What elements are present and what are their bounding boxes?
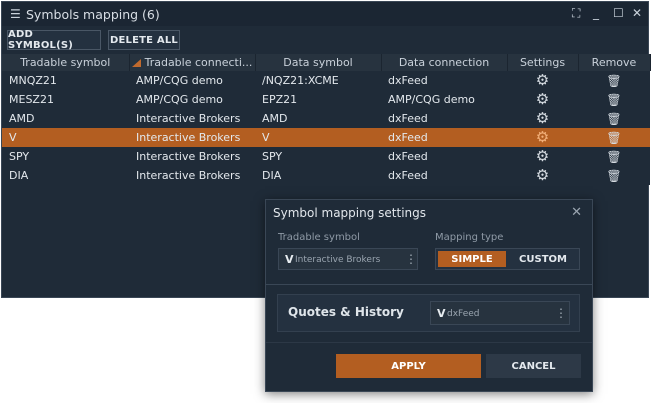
remove-cell: 🗑 xyxy=(578,90,650,109)
tradable-symbol-field[interactable]: V Interactive Brokers ⋮ xyxy=(278,248,418,270)
cell-data-symbol: /NQZ21:XCME xyxy=(262,74,339,87)
settings-cell: ⚙ xyxy=(507,147,578,166)
cell-data-connection: dxFeed xyxy=(388,74,428,87)
trash-icon[interactable]: 🗑 xyxy=(606,93,621,107)
dialog-title: Symbol mapping settings xyxy=(273,206,427,220)
tradable-symbol-value: V xyxy=(285,253,294,266)
symbol-mapping-settings-dialog: Symbol mapping settings ✕ Tradable symbo… xyxy=(265,199,593,392)
cell-tradable-connection: AMP/CQG demo xyxy=(136,74,223,87)
table-row[interactable]: DIA Interactive Brokers DIA dxFeed ⚙ 🗑 xyxy=(2,166,650,185)
table-row-selected[interactable]: V Interactive Brokers V dxFeed ⚙ 🗑 xyxy=(2,128,650,147)
cell-tradable-symbol: MESZ21 xyxy=(9,93,54,106)
cell-tradable-symbol: V xyxy=(9,131,17,144)
toolbar: ADD SYMBOL(S) DELETE ALL xyxy=(2,26,648,54)
remove-cell: 🗑 xyxy=(578,147,650,166)
trash-icon[interactable]: 🗑 xyxy=(606,169,621,183)
gear-icon[interactable]: ⚙ xyxy=(536,128,549,146)
minimize-icon[interactable]: _ xyxy=(593,6,599,20)
gear-icon[interactable]: ⚙ xyxy=(536,71,549,89)
tradable-connection-value: Interactive Brokers xyxy=(295,255,381,265)
remove-cell: 🗑 xyxy=(578,128,650,147)
cell-data-symbol: EPZ21 xyxy=(262,93,298,106)
settings-cell: ⚙ xyxy=(507,71,578,90)
apply-button[interactable]: APPLY xyxy=(336,354,481,378)
data-connection-value: dxFeed xyxy=(447,309,480,319)
col-header-data-connection[interactable]: Data connection xyxy=(381,54,508,71)
trash-icon[interactable]: 🗑 xyxy=(606,150,621,164)
mapping-type-label: Mapping type xyxy=(435,232,504,243)
dialog-close-icon[interactable]: ✕ xyxy=(571,205,582,220)
tradable-symbol-label: Tradable symbol xyxy=(278,232,360,243)
maximize-icon[interactable]: ☐ xyxy=(613,6,624,20)
add-symbols-button[interactable]: ADD SYMBOL(S) xyxy=(7,29,101,51)
settings-cell: ⚙ xyxy=(507,90,578,109)
remove-cell: 🗑 xyxy=(578,71,650,90)
trash-icon[interactable]: 🗑 xyxy=(606,112,621,126)
fullscreen-icon[interactable]: ⛶ xyxy=(572,6,580,21)
gear-icon[interactable]: ⚙ xyxy=(536,109,549,127)
cell-tradable-connection: AMP/CQG demo xyxy=(136,93,223,106)
cell-tradable-symbol: DIA xyxy=(9,169,29,182)
trash-icon[interactable]: 🗑 xyxy=(606,74,621,88)
cell-tradable-symbol: AMD xyxy=(9,112,35,125)
table-row[interactable]: SPY Interactive Brokers SPY dxFeed ⚙ 🗑 xyxy=(2,147,650,166)
table-row[interactable]: AMD Interactive Brokers AMD dxFeed ⚙ 🗑 xyxy=(2,109,650,128)
settings-cell: ⚙ xyxy=(507,166,578,185)
symbols-table: Tradable symbol Tradable connecti... Dat… xyxy=(2,54,651,185)
hamburger-icon[interactable]: ☰ xyxy=(10,7,21,21)
cell-data-connection: dxFeed xyxy=(388,131,428,144)
col-header-data-symbol[interactable]: Data symbol xyxy=(255,54,382,71)
cell-tradable-connection: Interactive Brokers xyxy=(136,169,241,182)
cell-data-connection: dxFeed xyxy=(388,112,428,125)
gear-icon[interactable]: ⚙ xyxy=(536,166,549,184)
cell-data-connection: dxFeed xyxy=(388,169,428,182)
col-header-tradable-connection[interactable]: Tradable connecti... xyxy=(129,54,256,71)
more-options-icon[interactable]: ⋮ xyxy=(405,252,417,266)
sort-indicator-icon xyxy=(131,59,141,67)
table-row[interactable]: MESZ21 AMP/CQG demo EPZ21 AMP/CQG demo ⚙… xyxy=(2,90,650,109)
cell-tradable-connection: Interactive Brokers xyxy=(136,112,241,125)
simple-option[interactable]: SIMPLE xyxy=(438,251,506,267)
delete-all-button[interactable]: DELETE ALL xyxy=(108,30,180,50)
col-header-tradable-connection-label: Tradable connecti... xyxy=(144,56,253,69)
cell-tradable-connection: Interactive Brokers xyxy=(136,150,241,163)
settings-cell: ⚙ xyxy=(507,128,578,147)
cell-data-symbol: AMD xyxy=(262,112,288,125)
cell-data-symbol: V xyxy=(262,131,270,144)
cell-data-symbol: DIA xyxy=(262,169,282,182)
gear-icon[interactable]: ⚙ xyxy=(536,147,549,165)
col-header-remove[interactable]: Remove xyxy=(578,54,651,71)
window-titlebar: ☰ Symbols mapping (6) ⛶ _ ☐ ✕ xyxy=(2,2,648,26)
trash-icon[interactable]: 🗑 xyxy=(606,131,621,145)
gear-icon[interactable]: ⚙ xyxy=(536,90,549,108)
settings-cell: ⚙ xyxy=(507,109,578,128)
custom-option[interactable]: CUSTOM xyxy=(508,251,578,267)
window-title: Symbols mapping (6) xyxy=(26,7,160,22)
data-symbol-value: V xyxy=(437,307,446,320)
cell-tradable-symbol: MNQZ21 xyxy=(9,74,57,87)
data-symbol-field[interactable]: V dxFeed ⋮ xyxy=(430,301,570,325)
close-icon[interactable]: ✕ xyxy=(632,6,642,20)
dialog-divider xyxy=(266,284,592,285)
quotes-history-label: Quotes & History xyxy=(288,305,404,319)
cell-data-connection: dxFeed xyxy=(388,150,428,163)
table-header-row: Tradable symbol Tradable connecti... Dat… xyxy=(2,54,651,71)
remove-cell: 🗑 xyxy=(578,166,650,185)
remove-cell: 🗑 xyxy=(578,109,650,128)
cancel-button[interactable]: CANCEL xyxy=(486,354,581,378)
table-row[interactable]: MNQZ21 AMP/CQG demo /NQZ21:XCME dxFeed ⚙… xyxy=(2,71,650,90)
footer-divider xyxy=(266,342,592,343)
cell-data-connection: AMP/CQG demo xyxy=(388,93,475,106)
more-options-icon[interactable]: ⋮ xyxy=(555,306,567,320)
cell-tradable-symbol: SPY xyxy=(9,150,30,163)
col-header-settings[interactable]: Settings xyxy=(507,54,579,71)
col-header-tradable-symbol[interactable]: Tradable symbol xyxy=(2,54,130,71)
cell-tradable-connection: Interactive Brokers xyxy=(136,131,241,144)
mapping-type-toggle: SIMPLE CUSTOM xyxy=(435,248,580,270)
quotes-history-panel: Quotes & History V dxFeed ⋮ xyxy=(277,294,580,332)
cell-data-symbol: SPY xyxy=(262,150,283,163)
